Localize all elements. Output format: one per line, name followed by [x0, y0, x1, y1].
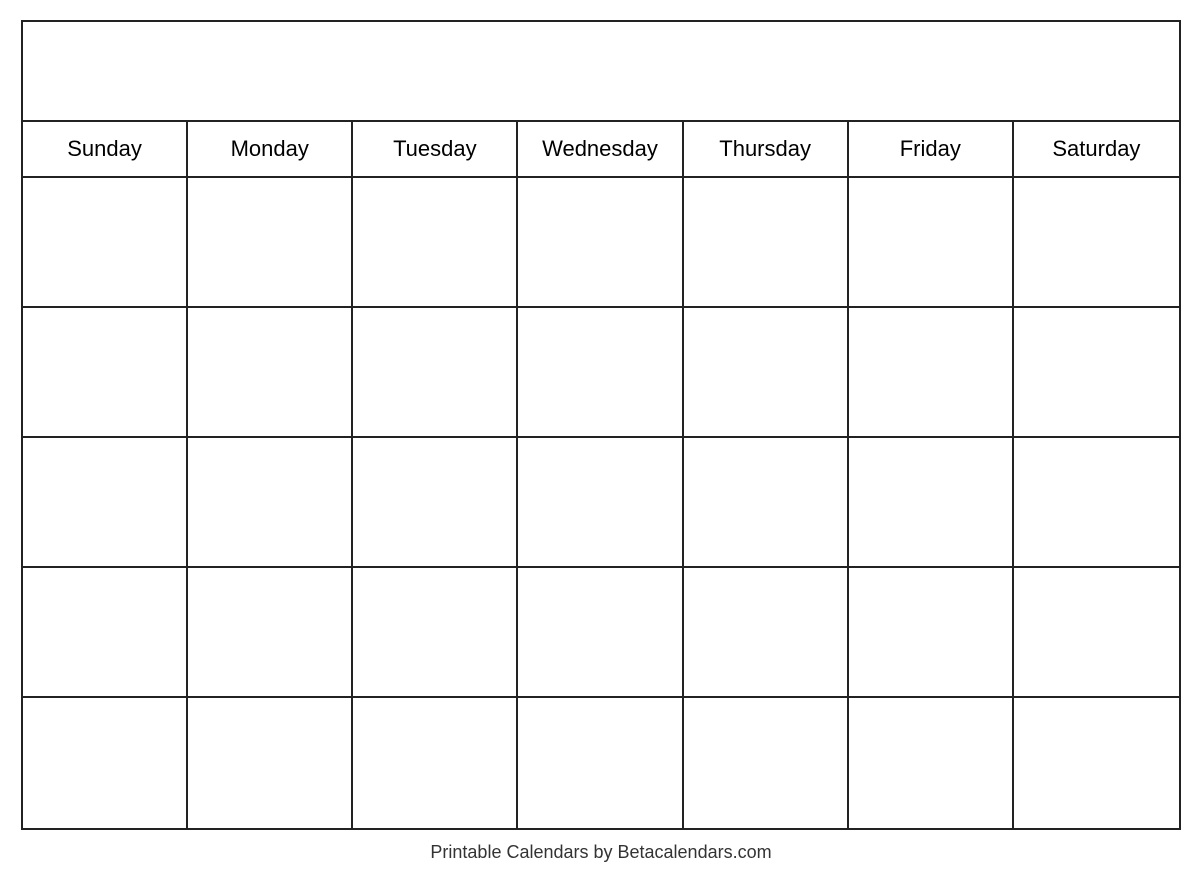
- cell-r1-sun[interactable]: [23, 178, 188, 306]
- cell-r5-mon[interactable]: [188, 698, 353, 828]
- cell-r2-fri[interactable]: [849, 308, 1014, 436]
- cell-r1-mon[interactable]: [188, 178, 353, 306]
- calendar-header: Sunday Monday Tuesday Wednesday Thursday…: [23, 122, 1179, 178]
- cell-r1-wed[interactable]: [518, 178, 683, 306]
- day-sunday: Sunday: [23, 122, 188, 176]
- cell-r3-fri[interactable]: [849, 438, 1014, 566]
- cell-r5-thu[interactable]: [684, 698, 849, 828]
- cell-r2-tue[interactable]: [353, 308, 518, 436]
- cell-r4-fri[interactable]: [849, 568, 1014, 696]
- calendar-row-5: [23, 698, 1179, 828]
- cell-r3-sun[interactable]: [23, 438, 188, 566]
- cell-r3-wed[interactable]: [518, 438, 683, 566]
- calendar-footer: Printable Calendars by Betacalendars.com: [21, 830, 1181, 875]
- cell-r5-wed[interactable]: [518, 698, 683, 828]
- cell-r2-sun[interactable]: [23, 308, 188, 436]
- day-thursday: Thursday: [684, 122, 849, 176]
- cell-r1-thu[interactable]: [684, 178, 849, 306]
- day-friday: Friday: [849, 122, 1014, 176]
- calendar-container: Sunday Monday Tuesday Wednesday Thursday…: [21, 20, 1181, 830]
- day-saturday: Saturday: [1014, 122, 1179, 176]
- calendar-row-2: [23, 308, 1179, 438]
- cell-r3-tue[interactable]: [353, 438, 518, 566]
- cell-r5-sun[interactable]: [23, 698, 188, 828]
- day-monday: Monday: [188, 122, 353, 176]
- cell-r4-thu[interactable]: [684, 568, 849, 696]
- cell-r3-thu[interactable]: [684, 438, 849, 566]
- cell-r4-sun[interactable]: [23, 568, 188, 696]
- day-tuesday: Tuesday: [353, 122, 518, 176]
- cell-r5-fri[interactable]: [849, 698, 1014, 828]
- cell-r2-thu[interactable]: [684, 308, 849, 436]
- cell-r1-tue[interactable]: [353, 178, 518, 306]
- cell-r3-mon[interactable]: [188, 438, 353, 566]
- calendar-title-row: [23, 22, 1179, 122]
- cell-r2-wed[interactable]: [518, 308, 683, 436]
- cell-r1-sat[interactable]: [1014, 178, 1179, 306]
- cell-r4-sat[interactable]: [1014, 568, 1179, 696]
- cell-r5-sat[interactable]: [1014, 698, 1179, 828]
- cell-r2-sat[interactable]: [1014, 308, 1179, 436]
- cell-r4-tue[interactable]: [353, 568, 518, 696]
- cell-r5-tue[interactable]: [353, 698, 518, 828]
- cell-r4-wed[interactable]: [518, 568, 683, 696]
- cell-r2-mon[interactable]: [188, 308, 353, 436]
- calendar-body: [23, 178, 1179, 828]
- calendar-row-3: [23, 438, 1179, 568]
- day-wednesday: Wednesday: [518, 122, 683, 176]
- calendar-row-4: [23, 568, 1179, 698]
- cell-r4-mon[interactable]: [188, 568, 353, 696]
- calendar-row-1: [23, 178, 1179, 308]
- calendar-wrapper: Sunday Monday Tuesday Wednesday Thursday…: [21, 20, 1181, 875]
- cell-r3-sat[interactable]: [1014, 438, 1179, 566]
- cell-r1-fri[interactable]: [849, 178, 1014, 306]
